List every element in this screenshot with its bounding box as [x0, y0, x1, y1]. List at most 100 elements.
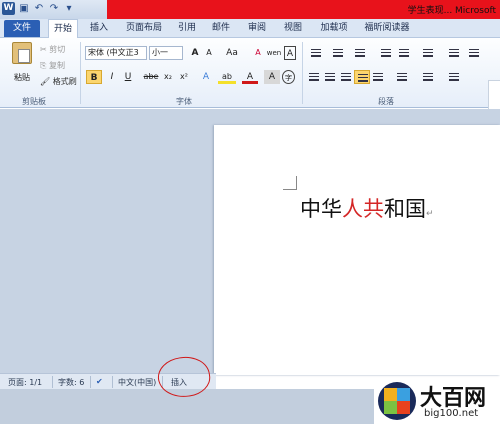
copy-button[interactable]: ⎘ 复制: [40, 60, 65, 71]
font-name-combo[interactable]: 宋体 (中文正3: [85, 46, 147, 60]
tab-view[interactable]: 视图: [280, 19, 306, 38]
numbering-button[interactable]: [330, 46, 346, 60]
numbering-icon: [333, 49, 343, 57]
document-page[interactable]: [214, 125, 500, 375]
tab-foxit-reader[interactable]: 福昕阅读器: [362, 19, 412, 38]
text-run-normal: 中华: [300, 197, 342, 221]
cut-button[interactable]: ✂ 剪切: [40, 44, 65, 55]
save-icon[interactable]: ▣: [18, 3, 30, 15]
font-group-label: 字体: [176, 97, 192, 106]
paragraph-mark: ↵: [426, 209, 434, 219]
sort-button[interactable]: [446, 46, 462, 60]
subscript-button[interactable]: x₂: [160, 70, 176, 84]
document-body-text[interactable]: 中华人共和国↵: [300, 193, 434, 223]
margin-corner-marker: [283, 176, 297, 190]
chinese-layout-button[interactable]: [420, 46, 436, 60]
bullets-button[interactable]: [308, 46, 324, 60]
bullets-icon: [311, 49, 321, 57]
strikethrough-button[interactable]: abe: [142, 70, 160, 84]
chinese-layout-icon: [423, 49, 433, 57]
tab-mailings[interactable]: 邮件: [208, 19, 234, 38]
character-border-button[interactable]: A: [284, 46, 296, 60]
title-bar: W ▣ ↶ ↷ ▾ 学生表现... Microsoft: [0, 0, 500, 19]
paragraph-group-label: 段落: [378, 97, 394, 106]
paste-button[interactable]: 粘贴: [10, 42, 34, 83]
logo-square-blue: [397, 388, 410, 401]
logo-square-yellow: [384, 388, 397, 401]
text-effects-button[interactable]: A: [198, 70, 214, 84]
bold-button[interactable]: B: [86, 70, 102, 84]
page-count[interactable]: 页面: 1/1: [8, 377, 42, 388]
group-divider: [80, 42, 81, 104]
window-title: 学生表现... Microsoft: [407, 6, 496, 16]
format-painter-label: 格式刷: [52, 77, 77, 86]
status-divider: [90, 376, 91, 388]
character-shading-button[interactable]: A: [264, 70, 280, 84]
clipboard-icon: [12, 42, 32, 64]
language-indicator[interactable]: 中文(中国): [118, 377, 156, 388]
paint-bucket-icon: [423, 73, 433, 81]
decrease-indent-icon: [381, 49, 391, 57]
cut-label: 剪切: [49, 45, 66, 54]
ribbon: 粘贴 ✂ 剪切 ⎘ 复制 🖌 格式刷 剪贴板 宋体 (中文正3 小一 A A A…: [0, 38, 500, 120]
tab-page-layout[interactable]: 页面布局: [122, 19, 166, 38]
brand-url: big100.net: [424, 408, 479, 419]
tab-home[interactable]: 开始: [48, 19, 78, 39]
word-count[interactable]: 字数: 6: [58, 377, 84, 388]
redo-icon[interactable]: ↷: [48, 3, 60, 15]
line-spacing-icon: [397, 73, 407, 81]
show-marks-button[interactable]: [466, 46, 482, 60]
justify-button[interactable]: [354, 70, 370, 84]
undo-icon[interactable]: ↶: [33, 3, 45, 15]
status-divider: [112, 376, 113, 388]
proofing-icon[interactable]: ✔: [96, 377, 103, 386]
sort-icon: [449, 49, 459, 57]
multilevel-list-button[interactable]: [352, 46, 368, 60]
shrink-font-button[interactable]: A: [201, 46, 217, 60]
watermark: 大百网 big100.net: [374, 380, 500, 424]
borders-button[interactable]: [446, 70, 462, 84]
customize-qat-icon[interactable]: ▾: [63, 3, 75, 15]
format-painter-button[interactable]: 🖌 格式刷: [40, 76, 77, 87]
status-divider: [52, 376, 53, 388]
word-app-icon[interactable]: W: [2, 2, 15, 15]
italic-button[interactable]: I: [104, 70, 120, 84]
align-center-button[interactable]: [322, 70, 338, 84]
tab-references[interactable]: 引用: [174, 19, 200, 38]
quick-access-toolbar: W ▣ ↶ ↷ ▾: [2, 2, 75, 15]
tab-addins[interactable]: 加载项: [316, 19, 352, 38]
align-center-icon: [325, 73, 335, 81]
font-size-combo[interactable]: 小一: [149, 46, 183, 60]
decrease-indent-button[interactable]: [378, 46, 394, 60]
phonetic-guide-button[interactable]: wen: [266, 46, 282, 60]
clear-format-button[interactable]: A: [250, 46, 266, 60]
increase-indent-icon: [399, 49, 409, 57]
distributed-icon: [373, 73, 383, 81]
align-left-button[interactable]: [306, 70, 322, 84]
shading-button[interactable]: [420, 70, 436, 84]
line-spacing-button[interactable]: [394, 70, 410, 84]
highlight-button[interactable]: ab: [218, 70, 236, 84]
ribbon-tabs: 文件 开始 插入 页面布局 引用 邮件 审阅 视图 加载项 福昕阅读器: [0, 19, 500, 39]
borders-icon: [449, 73, 459, 81]
align-right-button[interactable]: [338, 70, 354, 84]
change-case-button[interactable]: Aa: [222, 46, 242, 60]
superscript-button[interactable]: x²: [176, 70, 192, 84]
underline-button[interactable]: U: [120, 70, 136, 84]
font-color-button[interactable]: A: [242, 70, 258, 84]
align-right-icon: [341, 73, 351, 81]
clipboard-group-label: 剪贴板: [22, 97, 46, 106]
increase-indent-button[interactable]: [396, 46, 412, 60]
multilevel-list-icon: [355, 49, 365, 57]
tab-file[interactable]: 文件: [4, 20, 40, 37]
distributed-button[interactable]: [370, 70, 386, 84]
logo-square-red: [397, 401, 410, 414]
logo-square-green: [384, 401, 397, 414]
tab-review[interactable]: 审阅: [244, 19, 270, 38]
enclose-characters-button[interactable]: 字: [282, 70, 295, 84]
tab-insert[interactable]: 插入: [84, 19, 114, 38]
brand-logo-icon: [378, 382, 416, 420]
group-divider: [302, 42, 303, 104]
paste-label: 粘贴: [14, 73, 30, 82]
text-run-normal: 和国: [384, 197, 426, 221]
